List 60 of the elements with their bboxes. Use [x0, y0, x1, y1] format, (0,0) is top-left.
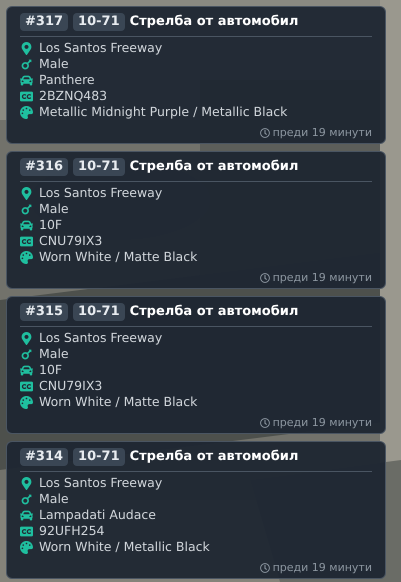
detail-text: Panthere [39, 72, 95, 88]
call-code-badge: 10-71 [73, 448, 125, 466]
time-ago: преди 19 минути [272, 561, 372, 574]
detail-text: Worn White / Matte Black [39, 394, 198, 410]
car-icon [20, 218, 33, 232]
detail-text: CNU79IX3 [39, 233, 102, 249]
clock-icon [260, 272, 270, 282]
detail-text: 10F [39, 217, 62, 233]
palette-icon [20, 540, 33, 554]
male-symbol-icon [20, 348, 33, 360]
map-pin-icon [20, 332, 33, 344]
car-icon [20, 508, 33, 522]
license-plate-icon [20, 380, 33, 392]
palette-icon [20, 250, 33, 264]
palette-icon [20, 396, 33, 408]
male-symbol-icon [20, 492, 33, 506]
time-ago: преди 19 минути [272, 271, 372, 284]
palette-icon [20, 106, 33, 118]
clock-icon [260, 128, 270, 138]
call-title: Стрелба от автомобил [130, 449, 298, 465]
time-ago: преди 19 минути [272, 126, 372, 139]
time-ago: преди 19 минути [272, 416, 372, 429]
call-title: Стрелба от автомобил [130, 14, 298, 30]
detail-text: Male [39, 346, 69, 362]
detail-text: Worn White / Metallic Black [39, 539, 210, 555]
license-plate-icon [20, 524, 33, 538]
detail-text: 10F [39, 362, 62, 378]
clock-icon [260, 418, 270, 428]
call-title: Стрелба от автомобил [130, 304, 298, 320]
male-symbol-icon [20, 202, 33, 216]
call-number-badge: #315 [20, 303, 68, 321]
call-title: Стрелба от автомобил [130, 159, 298, 175]
map-pin-icon [20, 476, 33, 490]
license-plate-icon [20, 90, 33, 102]
detail-text: 2BZNQ483 [39, 88, 108, 104]
car-icon [20, 364, 33, 376]
detail-text: Male [39, 201, 69, 217]
map-pin-icon [20, 186, 33, 200]
call-code-badge: 10-71 [73, 303, 125, 321]
car-icon [20, 74, 33, 86]
detail-text: Los Santos Freeway [39, 330, 162, 346]
detail-text: CNU79IX3 [39, 378, 102, 394]
detail-text: Male [39, 56, 69, 72]
call-number-badge: #314 [20, 448, 68, 466]
detail-text: Los Santos Freeway [39, 40, 162, 56]
detail-text: Male [39, 491, 69, 507]
call-number-badge: #317 [20, 13, 68, 31]
detail-text: 92UFH254 [39, 523, 105, 539]
male-symbol-icon [20, 58, 33, 70]
call-number-badge: #316 [20, 158, 68, 176]
license-plate-icon [20, 234, 33, 248]
call-code-badge: 10-71 [73, 13, 125, 31]
map-pin-icon [20, 42, 33, 54]
detail-text: Worn White / Matte Black [39, 249, 198, 265]
clock-icon [260, 562, 270, 572]
detail-text: Metallic Midnight Purple / Metallic Black [39, 104, 288, 120]
detail-text: Lampadati Audace [39, 507, 156, 523]
detail-text: Los Santos Freeway [39, 185, 162, 201]
call-code-badge: 10-71 [73, 158, 125, 176]
detail-text: Los Santos Freeway [39, 475, 162, 491]
